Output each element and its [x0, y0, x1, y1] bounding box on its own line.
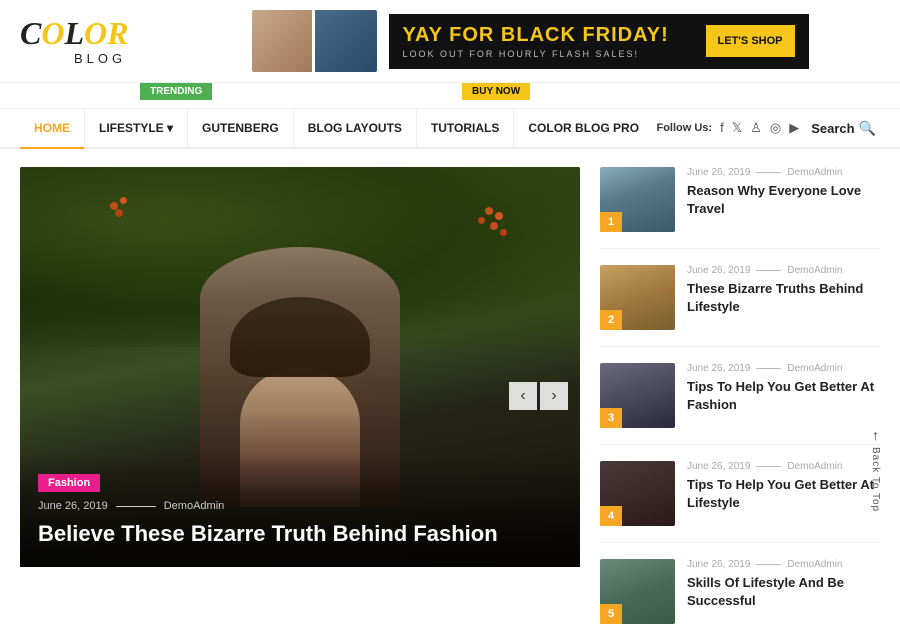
hero-title: Believe These Bizarre Truth Behind Fashi…: [38, 520, 562, 549]
hero-meta: June 26, 2019 DemoAdmin: [38, 500, 562, 512]
sidebar-item-4-meta: June 26, 2019 DemoAdmin: [687, 461, 880, 472]
nav-item-gutenberg[interactable]: GUTENBERG: [188, 109, 294, 147]
promo-banner: YAY FOR BLACK FRIDAY! LOOK OUT FOR HOURL…: [389, 14, 809, 69]
nav-item-blog-layouts[interactable]: BLOG LAYOUTS: [294, 109, 417, 147]
sidebar-item-1-info: June 26, 2019 DemoAdmin Reason Why Every…: [687, 167, 880, 232]
back-to-top[interactable]: ↑ Back To Top: [859, 427, 892, 512]
facebook-icon[interactable]: f: [720, 120, 724, 136]
sidebar-item-3-meta: June 26, 2019 DemoAdmin: [687, 363, 880, 374]
nav-item-lifestyle[interactable]: LIFESTYLE ▾: [85, 109, 188, 147]
navigation: HOME LIFESTYLE ▾ GUTENBERG BLOG LAYOUTS …: [0, 109, 900, 149]
sidebar-item-1: 1 June 26, 2019 DemoAdmin Reason Why Eve…: [600, 167, 880, 249]
slider-controls: ‹ ›: [509, 382, 568, 410]
sidebar-item-4-title[interactable]: Tips To Help You Get Better At Lifestyle: [687, 476, 880, 512]
nav-item-color-blog-pro[interactable]: COLOR BLOG PRO: [514, 109, 653, 147]
instagram-icon[interactable]: ◎: [770, 120, 781, 136]
hero-category-badge[interactable]: Fashion: [38, 474, 100, 492]
buynow-badge[interactable]: BUY NOW: [462, 83, 530, 100]
sidebar-item-2-meta: June 26, 2019 DemoAdmin: [687, 265, 880, 276]
nav-links: HOME LIFESTYLE ▾ GUTENBERG BLOG LAYOUTS …: [20, 109, 653, 147]
back-to-top-label: Back To Top: [870, 447, 881, 512]
sidebar-item-2: 2 June 26, 2019 DemoAdmin These Bizarre …: [600, 265, 880, 347]
sidebar-item-1-meta: June 26, 2019 DemoAdmin: [687, 167, 880, 178]
promo-title: YAY FOR BLACK FRIDAY!: [403, 24, 694, 47]
hero-slider: Fashion June 26, 2019 DemoAdmin Believe …: [20, 167, 580, 624]
logo-blog-text: BLOG: [20, 51, 180, 66]
sidebar-thumb-2: 2: [600, 265, 675, 330]
search-button[interactable]: Search 🔍: [807, 112, 880, 145]
sidebar-item-3: 3 June 26, 2019 DemoAdmin Tips To Help Y…: [600, 363, 880, 445]
youtube-icon[interactable]: ▶: [789, 120, 799, 136]
hero-overlay: Fashion June 26, 2019 DemoAdmin Believe …: [20, 455, 580, 567]
sidebar-item-2-info: June 26, 2019 DemoAdmin These Bizarre Tr…: [687, 265, 880, 330]
promo-shop-button[interactable]: LET'S SHOP: [706, 25, 795, 57]
hero-date: June 26, 2019: [38, 500, 108, 512]
thumb-num-4: 4: [600, 506, 622, 526]
thumb-num-3: 3: [600, 408, 622, 428]
twitter-icon[interactable]: 𝕏: [732, 120, 742, 136]
banner-area: YAY FOR BLACK FRIDAY! LOOK OUT FOR HOURL…: [180, 10, 880, 72]
follow-us-label: Follow Us:: [656, 122, 712, 134]
banner-photos: [252, 10, 377, 72]
slider-next-button[interactable]: ›: [540, 382, 568, 410]
sidebar-item-1-title[interactable]: Reason Why Everyone Love Travel: [687, 182, 880, 218]
nav-right: Follow Us: f 𝕏 ♙ ◎ ▶ Search 🔍: [656, 112, 880, 145]
thumb-num-5: 5: [600, 604, 622, 624]
promo-sub: LOOK OUT FOR HOURLY FLASH SALES!: [403, 49, 694, 59]
search-label: Search: [811, 121, 854, 136]
back-to-top-arrow-icon: ↑: [872, 427, 879, 443]
nav-item-home[interactable]: HOME: [20, 109, 85, 149]
sidebar-item-5-title[interactable]: Skills Of Lifestyle And Be Successful: [687, 574, 880, 610]
trending-badge[interactable]: TRENDING: [140, 83, 212, 100]
hero-author: DemoAdmin: [164, 500, 225, 512]
header: COLOR BLOG YAY FOR BLACK FRIDAY! LOOK OU…: [0, 0, 900, 83]
sidebar-item-5-meta: June 26, 2019 DemoAdmin: [687, 559, 880, 570]
main-content: Fashion June 26, 2019 DemoAdmin Believe …: [0, 149, 900, 642]
sidebar-thumb-3: 3: [600, 363, 675, 428]
sidebar-item-4-info: June 26, 2019 DemoAdmin Tips To Help You…: [687, 461, 880, 526]
sidebar-item-3-info: June 26, 2019 DemoAdmin Tips To Help You…: [687, 363, 880, 428]
pinterest-icon[interactable]: ♙: [750, 120, 762, 136]
sidebar-item-4: 4 June 26, 2019 DemoAdmin Tips To Help Y…: [600, 461, 880, 543]
sidebar: 1 June 26, 2019 DemoAdmin Reason Why Eve…: [580, 167, 880, 624]
sidebar-thumb-4: 4: [600, 461, 675, 526]
trending-bar: TRENDING BUY NOW: [0, 83, 900, 109]
slider-prev-button[interactable]: ‹: [509, 382, 537, 410]
thumb-num-1: 1: [600, 212, 622, 232]
nav-item-tutorials[interactable]: TUTORIALS: [417, 109, 514, 147]
sidebar-item-3-title[interactable]: Tips To Help You Get Better At Fashion: [687, 378, 880, 414]
thumb-num-2: 2: [600, 310, 622, 330]
hero-meta-line: [116, 506, 156, 507]
sidebar-item-2-title[interactable]: These Bizarre Truths Behind Lifestyle: [687, 280, 880, 316]
sidebar-thumb-1: 1: [600, 167, 675, 232]
hero-image: Fashion June 26, 2019 DemoAdmin Believe …: [20, 167, 580, 567]
search-icon: 🔍: [859, 120, 876, 137]
social-icons: f 𝕏 ♙ ◎ ▶: [720, 120, 799, 136]
logo[interactable]: COLOR BLOG: [20, 17, 180, 66]
